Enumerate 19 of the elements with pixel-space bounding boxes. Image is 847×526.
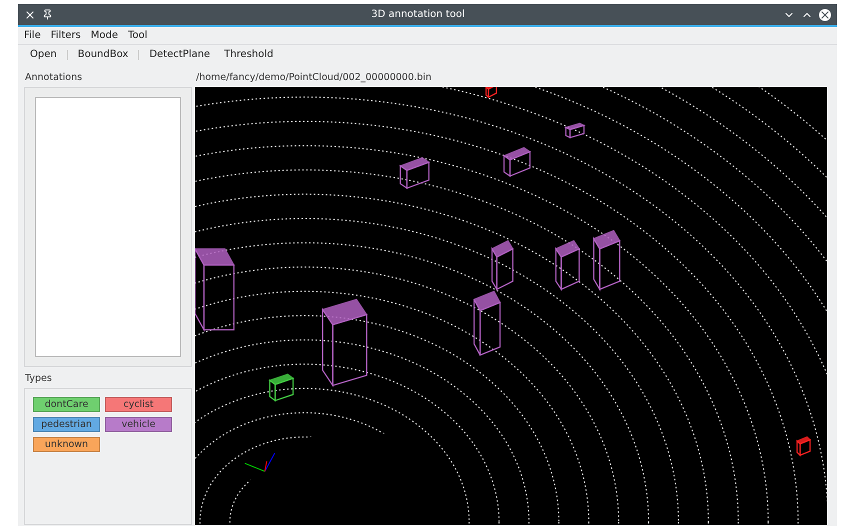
- menu-item[interactable]: Filters: [50, 30, 81, 41]
- toolbar-button[interactable]: DetectPlane: [145, 48, 214, 61]
- toolbar-button[interactable]: Threshold: [220, 48, 278, 61]
- type-button[interactable]: cyclist: [105, 397, 172, 412]
- menu-item[interactable]: Mode: [90, 30, 118, 41]
- close-icon[interactable]: [819, 8, 831, 20]
- annotations-label: Annotations: [25, 72, 84, 83]
- type-button[interactable]: vehicle: [105, 417, 172, 432]
- file-path: /home/fancy/demo/PointCloud/002_00000000.bin: [196, 72, 433, 83]
- type-button[interactable]: unknown: [33, 437, 100, 452]
- toolbar-button[interactable]: BoundBox: [74, 48, 132, 61]
- type-button[interactable]: dontCare: [33, 397, 100, 412]
- types-label: Types: [25, 373, 53, 384]
- toolbar-button[interactable]: Open: [26, 48, 61, 61]
- window-title: 3D annotation tool: [370, 9, 466, 20]
- type-button[interactable]: pedestrian: [33, 417, 100, 432]
- menu-item[interactable]: Tool: [128, 30, 148, 41]
- menu-item[interactable]: File: [24, 30, 41, 41]
- pin-icon[interactable]: [42, 9, 53, 20]
